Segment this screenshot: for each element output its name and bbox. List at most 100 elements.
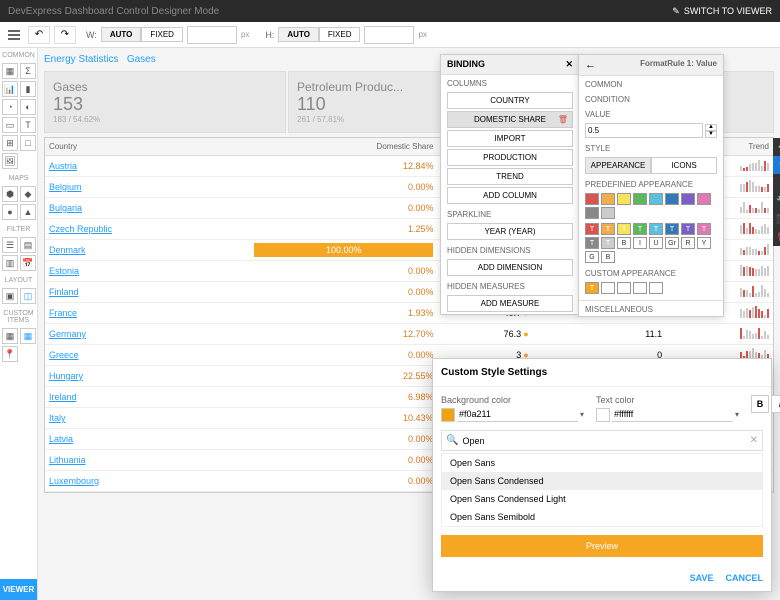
- font-option[interactable]: Open Sans Semibold: [442, 508, 762, 526]
- sb-l2-icon[interactable]: ◫: [20, 288, 36, 304]
- swatch[interactable]: [601, 193, 615, 205]
- tab-icons[interactable]: ICONS: [651, 157, 717, 174]
- sb-grid-icon[interactable]: ▦: [2, 63, 18, 79]
- binding-item[interactable]: TREND: [447, 168, 573, 185]
- text-swatch[interactable]: Y: [697, 237, 711, 249]
- undo-button[interactable]: ↶: [28, 26, 50, 44]
- empty-swatch[interactable]: [649, 282, 663, 294]
- binding-item[interactable]: IMPORT: [447, 130, 573, 147]
- gt-move-icon[interactable]: ✥: [773, 138, 780, 156]
- swatch[interactable]: T: [649, 223, 663, 235]
- swatch[interactable]: T: [633, 223, 647, 235]
- sb-c1-icon[interactable]: ▦: [2, 328, 18, 344]
- table-row[interactable]: Germany12.70%76.3●11.1: [45, 324, 773, 345]
- sb-pie-icon[interactable]: ◔: [2, 99, 18, 115]
- kpi-card[interactable]: Gases153183 / 54.62%: [44, 71, 286, 133]
- step-down[interactable]: ▼: [705, 131, 717, 138]
- col-header[interactable]: Domestic Share: [250, 138, 437, 156]
- custom-swatch[interactable]: T: [585, 282, 599, 294]
- add-column-button[interactable]: ADD COLUMN: [447, 187, 573, 204]
- step-up[interactable]: ▲: [705, 124, 717, 131]
- swatch[interactable]: [585, 193, 599, 205]
- sb-card-icon[interactable]: ▭: [2, 117, 18, 133]
- sb-chart-icon[interactable]: ▮: [20, 81, 36, 97]
- swatch[interactable]: T: [681, 223, 695, 235]
- font-search-input[interactable]: [462, 436, 745, 446]
- height-input[interactable]: [364, 26, 414, 44]
- sb-f4-icon[interactable]: 📅: [20, 255, 36, 271]
- sb-c3-icon[interactable]: 📍: [2, 346, 18, 362]
- menu-icon[interactable]: [4, 26, 24, 44]
- sb-map1-icon[interactable]: ⬢: [2, 186, 18, 202]
- sb-f3-icon[interactable]: ▥: [2, 255, 18, 271]
- sb-f2-icon[interactable]: ▤: [20, 237, 36, 253]
- gt-del-icon[interactable]: ⬛: [773, 210, 780, 228]
- sb-box-icon[interactable]: □: [20, 135, 36, 151]
- text-swatch[interactable]: R: [681, 237, 695, 249]
- empty-swatch[interactable]: [633, 282, 647, 294]
- bg-swatch[interactable]: [441, 408, 455, 422]
- swatch[interactable]: T: [697, 223, 711, 235]
- swatch[interactable]: [585, 207, 599, 219]
- width-input[interactable]: [187, 26, 237, 44]
- text-swatch[interactable]: Gr: [665, 237, 679, 249]
- swatch[interactable]: [617, 193, 631, 205]
- swatch[interactable]: T: [601, 223, 615, 235]
- gt-filter-icon[interactable]: ▼: [773, 156, 780, 174]
- width-mode[interactable]: AUTO FIXED: [101, 27, 183, 42]
- sb-sigma-icon[interactable]: Σ: [20, 63, 36, 79]
- sb-f1-icon[interactable]: ☰: [2, 237, 18, 253]
- sb-map2-icon[interactable]: ◆: [20, 186, 36, 202]
- binding-item[interactable]: DOMESTIC SHARE🗑: [447, 111, 573, 128]
- swatch[interactable]: [681, 193, 695, 205]
- italic-button[interactable]: I: [771, 395, 780, 413]
- font-option[interactable]: Open Sans: [442, 454, 762, 472]
- sb-text-icon[interactable]: T: [20, 117, 36, 133]
- sb-map3-icon[interactable]: ●: [2, 204, 18, 220]
- gt-sort-icon[interactable]: ↕: [773, 174, 780, 192]
- gt-del2-icon[interactable]: 🗑: [773, 228, 780, 246]
- dropdown-icon[interactable]: ▾: [580, 410, 584, 419]
- col-header[interactable]: Country: [45, 138, 250, 156]
- save-button[interactable]: SAVE: [690, 573, 714, 583]
- sb-gauge-icon[interactable]: ◐: [20, 99, 36, 115]
- swatch[interactable]: T: [617, 223, 631, 235]
- sb-img-icon[interactable]: 🖼: [2, 153, 18, 169]
- text-swatch[interactable]: U: [649, 237, 663, 249]
- bg-input[interactable]: [457, 407, 578, 422]
- sb-tree-icon[interactable]: ⊞: [2, 135, 18, 151]
- swatch[interactable]: [633, 193, 647, 205]
- swatch[interactable]: [649, 193, 663, 205]
- text-swatch[interactable]: B: [601, 251, 615, 263]
- empty-swatch[interactable]: [601, 282, 615, 294]
- tc-input[interactable]: [612, 407, 733, 422]
- add-dim-button[interactable]: ADD DIMENSION: [447, 259, 573, 276]
- close-icon[interactable]: ✕: [565, 59, 573, 70]
- year-button[interactable]: YEAR (YEAR): [447, 223, 573, 240]
- viewer-button[interactable]: VIEWER: [0, 579, 37, 600]
- dropdown-icon[interactable]: ▾: [735, 410, 739, 419]
- swatch[interactable]: T: [585, 237, 599, 249]
- value-input[interactable]: [585, 123, 703, 138]
- sb-bar-icon[interactable]: 📊: [2, 81, 18, 97]
- binding-item[interactable]: PRODUCTION: [447, 149, 573, 166]
- clear-icon[interactable]: ✕: [750, 435, 758, 446]
- tab-appearance[interactable]: APPEARANCE: [585, 157, 651, 174]
- swatch[interactable]: T: [601, 237, 615, 249]
- sb-c2-icon[interactable]: ▦: [20, 328, 36, 344]
- swatch[interactable]: T: [585, 223, 599, 235]
- text-swatch[interactable]: I: [633, 237, 647, 249]
- swatch[interactable]: [697, 193, 711, 205]
- redo-button[interactable]: ↷: [54, 26, 76, 44]
- empty-swatch[interactable]: [617, 282, 631, 294]
- binding-item[interactable]: COUNTRY: [447, 92, 573, 109]
- text-swatch[interactable]: G: [585, 251, 599, 263]
- bold-button[interactable]: B: [751, 395, 769, 413]
- height-mode[interactable]: AUTO FIXED: [278, 27, 360, 42]
- text-swatch[interactable]: B: [617, 237, 631, 249]
- swatch[interactable]: T: [665, 223, 679, 235]
- tc-swatch[interactable]: [596, 408, 610, 422]
- sb-map4-icon[interactable]: ▲: [20, 204, 36, 220]
- sb-l1-icon[interactable]: ▣: [2, 288, 18, 304]
- swatch[interactable]: [601, 207, 615, 219]
